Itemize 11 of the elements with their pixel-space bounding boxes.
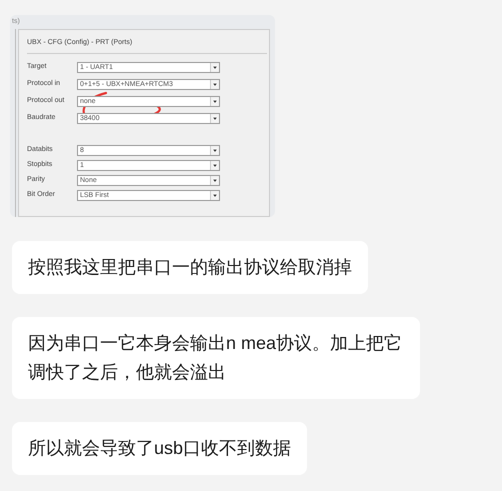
chat-bubble: 所以就会导致了usb口收不到数据 (12, 422, 308, 475)
chat-bubble: 按照我这里把串口一的输出协议给取消掉 (12, 241, 368, 294)
caret-icon (210, 160, 219, 170)
caret-icon (210, 62, 219, 72)
caret-icon (210, 96, 219, 106)
caret-icon (210, 146, 219, 154)
caret-icon (210, 176, 219, 184)
caret-icon (210, 80, 219, 88)
caret-icon (210, 114, 219, 122)
caret-icon (210, 190, 219, 200)
chat-bubble: 因为串口一它本身会输出n mea协议。加上把它调快了之后，他就会溢出 (12, 317, 420, 399)
